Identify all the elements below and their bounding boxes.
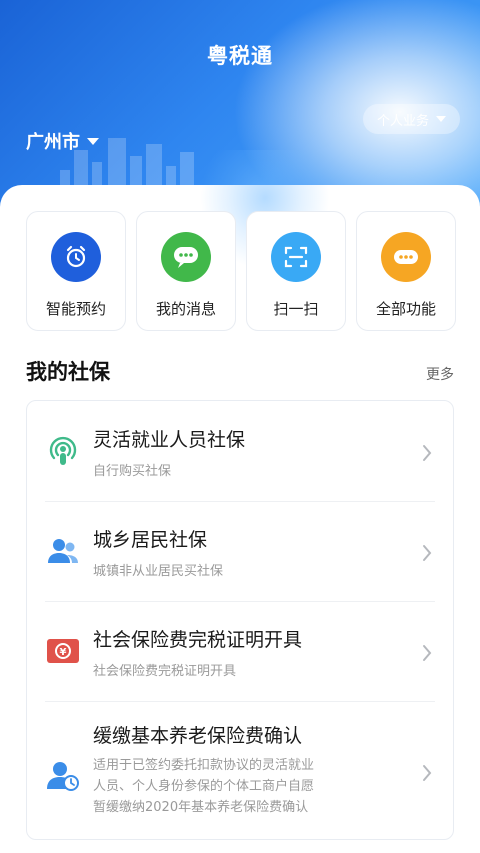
app-title: 粤税通 xyxy=(207,44,273,68)
chevron-right-icon xyxy=(423,645,432,661)
list-item[interactable]: 缓缴基本养老保险费确认 适用于已签约委托扣款协议的灵活就业 人员、个人身份参保的… xyxy=(27,701,453,839)
item-subtitle: 城镇非从业居民买社保 xyxy=(93,564,224,579)
section-title: 我的社保 xyxy=(26,360,110,384)
city-label: 广州市 xyxy=(26,132,80,153)
quick-action-scan[interactable]: 扫一扫 xyxy=(246,211,346,331)
caret-down-icon xyxy=(87,137,99,145)
quick-action-label: 扫一扫 xyxy=(273,300,319,318)
list-item[interactable]: 灵活就业人员社保 自行购买社保 xyxy=(27,401,453,501)
quick-action-appointment[interactable]: 智能预约 xyxy=(26,211,126,331)
scan-icon xyxy=(271,232,321,282)
chevron-right-icon xyxy=(423,445,432,461)
item-title: 社会保险费完税证明开具 xyxy=(93,629,303,651)
list-item[interactable]: 城乡居民社保 城镇非从业居民买社保 xyxy=(27,501,453,601)
item-subtitle: 适用于已签约委托扣款协议的灵活就业 人员、个人身份参保的个体工商户自愿 暂缓缴纳… xyxy=(93,755,409,818)
chevron-right-icon xyxy=(423,765,432,781)
quick-action-all[interactable]: 全部功能 xyxy=(356,211,456,331)
more-link[interactable]: 更多 xyxy=(426,364,454,384)
certificate-icon: ¥ xyxy=(45,633,81,669)
chat-bubble-icon xyxy=(161,232,211,282)
mode-label: 个人业务 xyxy=(376,113,429,129)
alarm-clock-icon xyxy=(51,232,101,282)
item-subtitle-line: 人员、个人身份参保的个体工商户自愿 xyxy=(93,779,315,794)
social-insurance-list: 灵活就业人员社保 自行购买社保 城乡居民社保 城镇非从业居民买社保 ¥ 社会保险… xyxy=(26,400,454,840)
quick-action-label: 我的消息 xyxy=(155,300,216,318)
people-icon xyxy=(45,533,81,569)
quick-action-messages[interactable]: 我的消息 xyxy=(136,211,236,331)
city-selector[interactable]: 广州市 xyxy=(26,128,99,154)
person-clock-icon xyxy=(45,757,81,793)
svg-text:¥: ¥ xyxy=(60,647,67,658)
item-subtitle-line: 适用于已签约委托扣款协议的灵活就业 xyxy=(93,758,315,773)
item-title: 灵活就业人员社保 xyxy=(93,429,246,451)
item-subtitle: 自行购买社保 xyxy=(93,464,172,479)
item-title: 缓缴基本养老保险费确认 xyxy=(93,725,303,747)
quick-action-label: 智能预约 xyxy=(45,300,106,318)
item-subtitle-line: 暂缓缴纳2020年基本养老保险费确认 xyxy=(93,800,309,815)
caret-down-icon xyxy=(436,116,446,122)
signal-person-icon xyxy=(45,433,81,469)
business-mode-selector[interactable]: 个人业务 xyxy=(362,104,460,134)
list-item[interactable]: ¥ 社会保险费完税证明开具 社会保险费完税证明开具 xyxy=(27,601,453,701)
quick-actions: 智能预约 我的消息 扫一扫 全部功能 xyxy=(26,211,456,331)
more-dots-icon xyxy=(381,232,431,282)
item-title: 城乡居民社保 xyxy=(93,529,208,551)
quick-action-label: 全部功能 xyxy=(375,300,436,318)
chevron-right-icon xyxy=(423,545,432,561)
item-subtitle: 社会保险费完税证明开具 xyxy=(93,664,237,679)
